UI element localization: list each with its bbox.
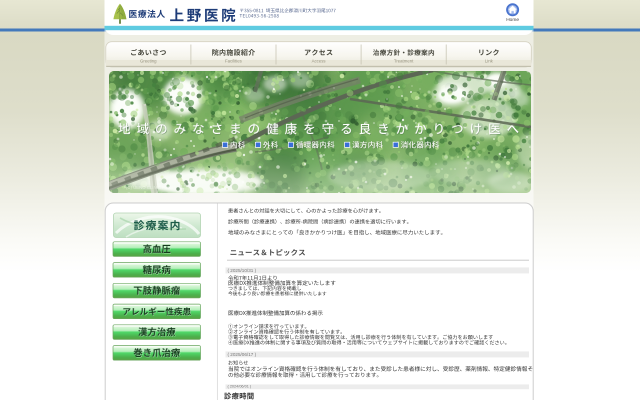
svg-text:( 2025/10/31 ): ( 2025/10/31 ) [228, 268, 257, 273]
svg-text:Greeting: Greeting [140, 58, 157, 63]
svg-text:(C) UENO CLINIC Photo: (C) UENO CLINIC Photo [126, 185, 174, 190]
svg-text:Link: Link [485, 58, 494, 63]
svg-text:Treatment: Treatment [394, 58, 414, 63]
svg-text:Home: Home [506, 17, 519, 23]
svg-text:Facilities: Facilities [225, 58, 242, 63]
svg-text:( 2024/06/01 ): ( 2024/06/01 ) [228, 385, 252, 389]
svg-text:( 2025/06/17 ): ( 2025/06/17 ) [228, 352, 257, 357]
svg-text:Access: Access [312, 58, 326, 63]
